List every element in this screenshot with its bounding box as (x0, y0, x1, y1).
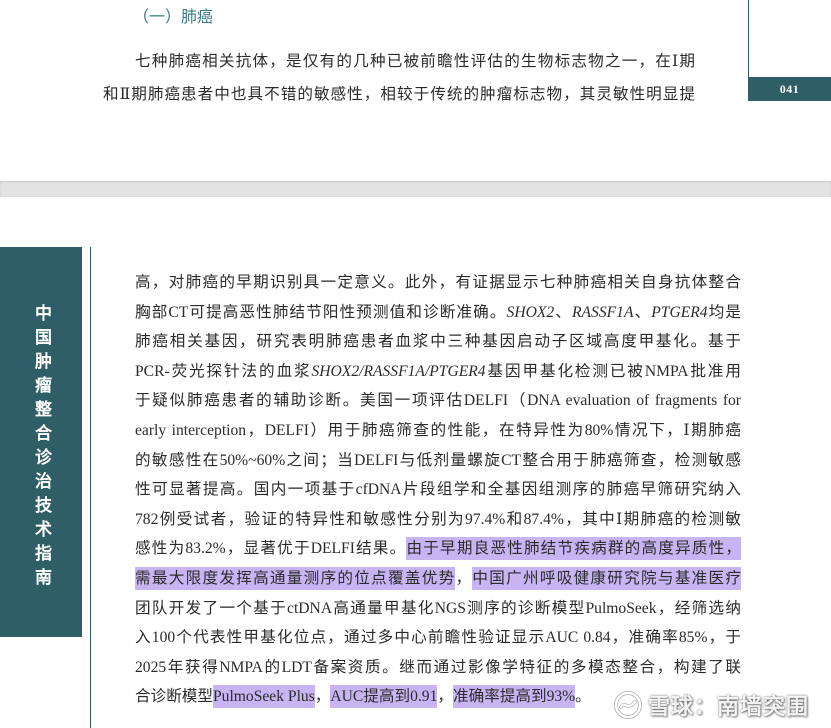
highlight-annotation[interactable]: 中国广州呼吸健康研究院与基准医疗 (472, 566, 741, 590)
text-run: 。 (575, 688, 591, 706)
highlight-annotation[interactable]: 需最大限度发挥高通量测序的位点覆盖优势 (135, 566, 456, 590)
page-041: （一）肺癌 七种肺癌相关抗体，是仅有的几种已被前瞻性评估的生物标志物之一，在Ⅰ期… (0, 0, 831, 181)
paragraph-line: 七种肺癌相关抗体，是仅有的几种已被前瞻性评估的生物标志物之一，在Ⅰ期 (135, 53, 695, 70)
text-run: early interception，DELFI）用于肺癌筛查的性能，在特异性为… (135, 421, 741, 439)
highlight-annotation[interactable]: 由于早期良恶性肺结节疾病群的高度异质性， (406, 537, 741, 561)
text-run: 团队开发了一个基于ctDNA高通量甲基化NGS测序的诊断模型PulmoSeek，… (135, 599, 741, 617)
body-paragraph: 高，对肺癌的早期识别具一定意义。此外，有证据显示七种肺癌相关自身抗体整合 胸部C… (135, 268, 741, 712)
text-run: 均是 (707, 303, 741, 321)
side-tab-title: 中国肿瘤整合诊治技术指南 (31, 304, 51, 592)
text-run: 的敏感性在50%~60%之间；当DELFI与低剂量螺旋CT整合用于肺癌筛查，检测… (135, 451, 741, 469)
text-run: PCR-荧光探针法的血浆 (135, 362, 312, 380)
page-number-rule (748, 0, 749, 77)
text-run: 于疑似肺癌患者的辅助诊断。美国一项评估DELFI（DNA evaluation … (135, 392, 741, 410)
gene-name: SHOX2 (506, 303, 555, 321)
text-run: 入100个代表性甲基化位点，通过多中心前瞻性验证显示AUC 0.84，准确率85… (135, 629, 741, 647)
paragraph-line: 和Ⅱ期肺癌患者中也具不错的敏感性，相较于传统的肿瘤标志物，其灵敏性明显提 (103, 86, 695, 103)
highlight-annotation[interactable]: AUC提高到0.91 (330, 685, 438, 709)
body-line: 入100个代表性甲基化位点，通过多中心前瞻性验证显示AUC 0.84，准确率85… (135, 623, 741, 653)
body-line: 肺癌相关基因，研究表明肺癌患者血浆中三种基因启动子区域高度甲基化。基于 (135, 327, 741, 357)
text-run: 感性为83.2%，显著优于DELFI结果。 (135, 540, 407, 558)
page-number: 041 (748, 77, 831, 101)
text-run: 、 (554, 303, 572, 321)
gene-name: PTGER4 (651, 303, 708, 321)
body-line: 需最大限度发挥高通量测序的位点覆盖优势，中国广州呼吸健康研究院与基准医疗 (135, 564, 741, 594)
document-viewer: （一）肺癌 七种肺癌相关抗体，是仅有的几种已被前瞻性评估的生物标志物之一，在Ⅰ期… (0, 0, 831, 728)
gene-name: SHOX2/RASSF1A/PTGER4 (311, 362, 486, 380)
body-line: 胸部CT可提高恶性肺结节阳性预测值和诊断准确。SHOX2、RASSF1A、PTG… (135, 298, 741, 328)
text-run: 基因甲基化检测已被NMPA批准用 (485, 362, 741, 380)
text-run: 性可显著提高。国内一项基于cfDNA片段组学和全基因组测序的肺癌早筛研究纳入 (135, 481, 741, 499)
text-run: 高，对肺癌的早期识别具一定意义。此外，有证据显示七种肺癌相关自身抗体整合 (135, 274, 741, 291)
body-line: 2025年获得NMPA的LDT备案资质。继而通过影像学特征的多模态整合，构建了联 (135, 653, 741, 683)
text-run: 肺癌相关基因，研究表明肺癌患者血浆中三种基因启动子区域高度甲基化。基于 (135, 333, 741, 351)
text-run: ， (314, 688, 331, 706)
text-run: ， (437, 688, 454, 706)
highlight-annotation[interactable]: 准确率提高到93% (453, 685, 576, 709)
page-gap (0, 181, 831, 197)
text-run: 、 (633, 303, 652, 321)
body-line: 团队开发了一个基于ctDNA高通量甲基化NGS测序的诊断模型PulmoSeek，… (135, 594, 741, 624)
gene-name: RASSF1A (571, 303, 634, 321)
text-run: ， (455, 569, 473, 587)
body-line: 感性为83.2%，显著优于DELFI结果。由于早期良恶性肺结节疾病群的高度异质性… (135, 534, 741, 564)
body-line: 782例受试者，验证的特异性和敏感性分别为97.4%和87.4%，其中Ⅰ期肺癌的… (135, 505, 741, 535)
text-run: 2025年获得NMPA的LDT备案资质。继而通过影像学特征的多模态整合，构建了联 (135, 658, 741, 676)
body-line: PCR-荧光探针法的血浆SHOX2/RASSF1A/PTGER4基因甲基化检测已… (135, 357, 741, 387)
text-run: 胸部CT可提高恶性肺结节阳性预测值和诊断准确。 (135, 303, 507, 321)
body-line: 性可显著提高。国内一项基于cfDNA片段组学和全基因组测序的肺癌早筛研究纳入 (135, 475, 741, 505)
body-line: 的敏感性在50%~60%之间；当DELFI与低剂量螺旋CT整合用于肺癌筛查，检测… (135, 446, 741, 476)
next-page: 中国肿瘤整合诊治技术指南 高，对肺癌的早期识别具一定意义。此外，有证据显示七种肺… (0, 197, 831, 728)
chapter-side-tab: 中国肿瘤整合诊治技术指南 (0, 247, 82, 637)
body-line: 合诊断模型PulmoSeek Plus，AUC提高到0.91，准确率提高到93%… (135, 682, 741, 712)
text-run: 合诊断模型 (135, 688, 213, 706)
section-heading: （一）肺癌 (133, 9, 214, 26)
body-line: 于疑似肺癌患者的辅助诊断。美国一项评估DELFI（DNA evaluation … (135, 386, 741, 416)
body-line: early interception，DELFI）用于肺癌筛查的性能，在特异性为… (135, 416, 741, 446)
margin-rule (90, 247, 91, 728)
highlight-annotation[interactable]: PulmoSeek Plus (212, 685, 315, 709)
text-run: 782例受试者，验证的特异性和敏感性分别为97.4%和87.4%，其中Ⅰ期肺癌的… (135, 510, 741, 528)
body-line: 高，对肺癌的早期识别具一定意义。此外，有证据显示七种肺癌相关自身抗体整合 (135, 268, 741, 298)
